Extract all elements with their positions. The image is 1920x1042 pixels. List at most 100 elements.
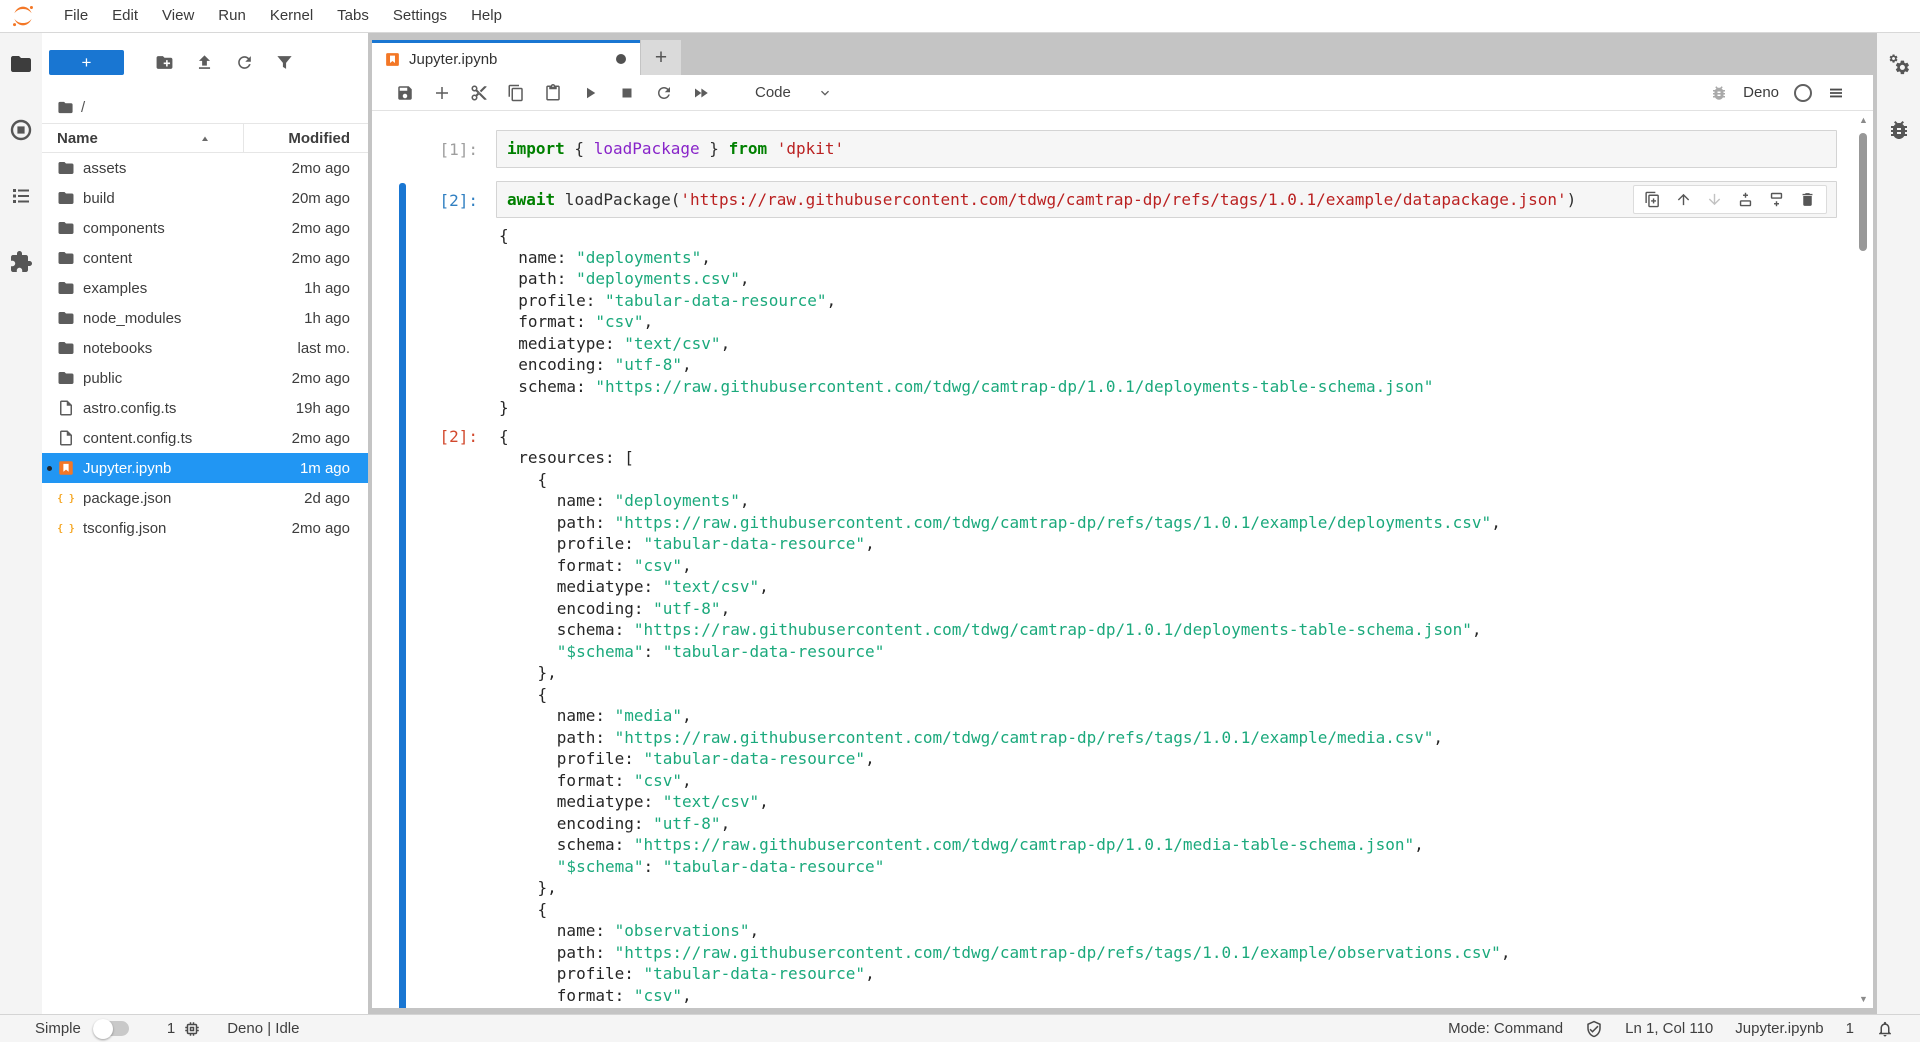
cell-type-dropdown[interactable]: Code [755, 84, 833, 101]
file-list-header: Name Modified [42, 123, 368, 153]
notifications-count: 1 [1846, 1020, 1854, 1037]
file-modified: 20m ago [244, 190, 350, 207]
restart-run-all-button[interactable] [692, 84, 710, 102]
jupyterlab-app: FileEditViewRunKernelTabsSettingsHelp + … [0, 0, 1920, 1042]
menu-tabs[interactable]: Tabs [325, 0, 381, 32]
insert-cell-button[interactable] [433, 84, 451, 102]
file-modified: 2mo ago [244, 160, 350, 177]
new-folder-button[interactable] [155, 53, 174, 72]
menu-edit[interactable]: Edit [100, 0, 150, 32]
simple-mode-toggle[interactable] [93, 1021, 129, 1036]
save-button[interactable] [396, 84, 414, 102]
kernel-name[interactable]: Deno [1743, 84, 1779, 101]
code-editor[interactable]: import { loadPackage } from 'dpkit' [496, 130, 1837, 168]
file-name: package.json [83, 490, 244, 507]
menu-file[interactable]: File [52, 0, 100, 32]
file-name: content [83, 250, 244, 267]
file-row-assets[interactable]: assets2mo ago [42, 153, 368, 183]
json-icon: { } [57, 519, 75, 537]
cell-1: [1]:import { loadPackage } from 'dpkit' [372, 130, 1873, 168]
menu-help[interactable]: Help [459, 0, 514, 32]
column-header-modified[interactable]: Modified [244, 130, 350, 147]
scroll-up-arrow-icon[interactable]: ▲ [1856, 113, 1871, 127]
right-sidebar [1877, 33, 1920, 1014]
file-row-build[interactable]: build20m ago [42, 183, 368, 213]
file-row-node_modules[interactable]: node_modules1h ago [42, 303, 368, 333]
copy-cell-button[interactable] [507, 84, 525, 102]
file-row-public[interactable]: public2mo ago [42, 363, 368, 393]
column-header-name[interactable]: Name [57, 124, 244, 152]
jupyter-logo-icon [10, 3, 36, 29]
kernel-status-icon[interactable] [1794, 84, 1812, 102]
restart-kernel-button[interactable] [655, 84, 673, 102]
svg-text:{ }: { } [57, 523, 75, 534]
bell-icon[interactable] [1876, 1020, 1894, 1038]
file-row-content.config.ts[interactable]: content.config.ts2mo ago [42, 423, 368, 453]
file-row-content[interactable]: content2mo ago [42, 243, 368, 273]
file-name: assets [83, 160, 244, 177]
notebook-icon [384, 51, 401, 68]
file-row-package.json[interactable]: { }package.json2d ago [42, 483, 368, 513]
new-launcher-button[interactable]: + [49, 50, 124, 75]
sidebar-item-running-sessions[interactable] [9, 118, 33, 142]
notebook-scrollbar: ▲ ▼ [1856, 113, 1871, 1006]
folder-icon [57, 159, 75, 177]
file-row-examples[interactable]: examples1h ago [42, 273, 368, 303]
paste-cell-button[interactable] [544, 84, 562, 102]
file-row-notebooks[interactable]: notebookslast mo. [42, 333, 368, 363]
move-cell-up-button[interactable] [1675, 191, 1692, 208]
folder-icon [57, 249, 75, 267]
file-row-components[interactable]: components2mo ago [42, 213, 368, 243]
sidebar-item-debugger[interactable] [1887, 118, 1911, 142]
trust-shield-icon[interactable] [1585, 1020, 1603, 1038]
file-name: examples [83, 280, 244, 297]
menu-kernel[interactable]: Kernel [258, 0, 325, 32]
file-list: assets2mo agobuild20m agocomponents2mo a… [42, 153, 368, 543]
filter-button[interactable] [275, 53, 294, 72]
insert-cell-above-button[interactable] [1737, 191, 1754, 208]
active-file-name: Jupyter.ipynb [1735, 1020, 1823, 1037]
sidebar-item-extension-manager[interactable] [9, 250, 33, 274]
kernel-menu-icon[interactable] [1827, 84, 1845, 102]
cell-toolbar [1633, 185, 1827, 214]
file-row-astro.config.ts[interactable]: astro.config.ts19h ago [42, 393, 368, 423]
file-name: tsconfig.json [83, 520, 244, 537]
breadcrumb[interactable]: / [42, 91, 368, 123]
file-modified: 2mo ago [244, 220, 350, 237]
file-row-tsconfig.json[interactable]: { }tsconfig.json2mo ago [42, 513, 368, 543]
output-prompt [372, 225, 496, 419]
duplicate-cell-button[interactable] [1644, 191, 1661, 208]
sidebar-item-property-inspector[interactable] [1887, 52, 1911, 76]
command-mode-indicator: Mode: Command [1448, 1020, 1563, 1037]
menu-run[interactable]: Run [206, 0, 258, 32]
delete-cell-button[interactable] [1799, 191, 1816, 208]
cursor-position[interactable]: Ln 1, Col 110 [1625, 1020, 1713, 1037]
kernel-status-text[interactable]: Deno | Idle [227, 1020, 299, 1037]
sidebar-item-file-browser[interactable] [9, 52, 33, 76]
refresh-button[interactable] [235, 53, 254, 72]
json-icon: { } [57, 489, 75, 507]
menu-view[interactable]: View [150, 0, 206, 32]
insert-cell-below-button[interactable] [1768, 191, 1785, 208]
unsaved-changes-dot [616, 54, 626, 64]
chevron-down-icon [817, 85, 833, 101]
sidebar-item-table-of-contents[interactable] [9, 184, 33, 208]
scroll-down-arrow-icon[interactable]: ▼ [1856, 992, 1871, 1006]
file-modified: 1h ago [244, 280, 350, 297]
interrupt-kernel-button[interactable] [618, 84, 636, 102]
tab-label: Jupyter.ipynb [409, 51, 608, 68]
menu-bar: FileEditViewRunKernelTabsSettingsHelp [0, 0, 1920, 33]
code-editor[interactable]: await loadPackage('https://raw.githubuse… [496, 181, 1837, 219]
run-cell-button[interactable] [581, 84, 599, 102]
file-name: notebooks [83, 340, 244, 357]
scrollbar-thumb[interactable] [1859, 133, 1867, 251]
file-row-Jupyter.ipynb[interactable]: Jupyter.ipynb1m ago [42, 453, 368, 483]
debugger-icon[interactable] [1710, 84, 1728, 102]
kernels-chip-icon[interactable] [183, 1020, 201, 1038]
active-cell-collapser[interactable] [399, 183, 406, 1009]
upload-button[interactable] [195, 53, 214, 72]
new-tab-button[interactable]: + [641, 40, 681, 75]
menu-settings[interactable]: Settings [381, 0, 459, 32]
tab-jupyter-ipynb[interactable]: Jupyter.ipynb [372, 40, 640, 75]
cut-cell-button[interactable] [470, 84, 488, 102]
